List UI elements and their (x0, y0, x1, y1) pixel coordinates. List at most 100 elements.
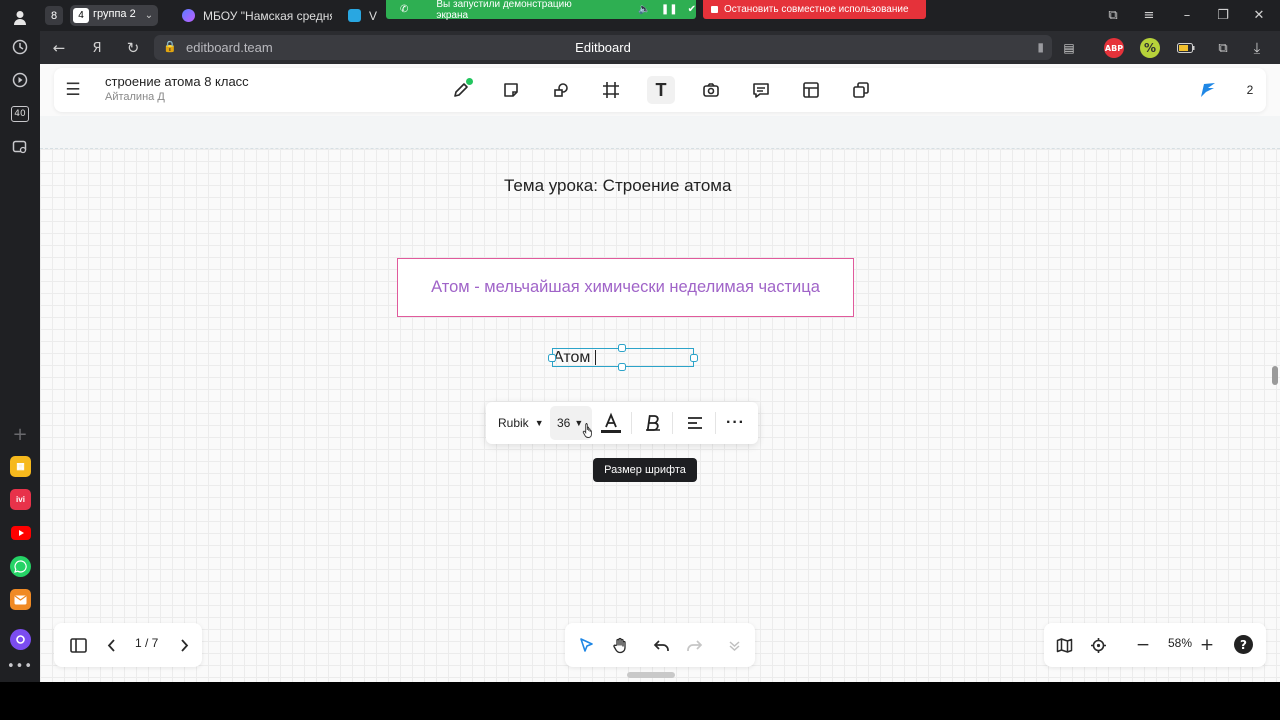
page-indicator: 1 / 7 (135, 636, 159, 650)
notes-app-icon[interactable]: ▦ (10, 456, 31, 477)
prev-page-icon[interactable] (100, 634, 122, 656)
locate-icon[interactable] (1087, 634, 1109, 656)
camera-icon (703, 83, 719, 97)
workspaces-count[interactable]: 8 (45, 6, 64, 25)
view-controls-panel: − 58% + ? (1044, 623, 1266, 667)
table-tool-button[interactable] (797, 76, 825, 104)
online-users-count[interactable]: 2 (1239, 79, 1261, 101)
resize-handle-top[interactable] (618, 344, 626, 352)
text-tool-button[interactable]: T (647, 76, 675, 104)
browser-sidebar: 40 + ▦ ivi ••• (0, 0, 40, 682)
school-favicon-icon (182, 9, 195, 22)
list-menu-icon[interactable]: ☰ (62, 79, 84, 101)
resize-handle-bottom[interactable] (618, 363, 626, 371)
vertical-scrollbar[interactable] (1272, 366, 1278, 385)
shield-icon[interactable]: ✔ (688, 4, 696, 15)
hand-tool-icon[interactable] (609, 634, 631, 656)
whatsapp-app-icon[interactable] (10, 556, 31, 577)
tab-title: V (369, 8, 378, 23)
comment-tool-button[interactable] (747, 76, 775, 104)
next-page-icon[interactable] (173, 634, 195, 656)
image-search-icon[interactable] (8, 135, 32, 159)
battery-icon[interactable] (1176, 38, 1196, 58)
templates-tool-button[interactable] (847, 76, 875, 104)
collapse-icon[interactable] (723, 634, 745, 656)
play-icon[interactable] (8, 68, 32, 92)
separator (715, 412, 716, 434)
frame-tool-button[interactable] (597, 76, 625, 104)
font-family-select[interactable]: Rubik ▼ (498, 412, 544, 434)
zoom-in-icon[interactable]: + (1196, 634, 1218, 656)
share-status-text: Вы запустили демонстрацию экрана (436, 0, 572, 21)
close-window-icon[interactable]: ✕ (1248, 5, 1270, 25)
speaker-icon[interactable]: 🔈 (638, 4, 650, 15)
extensions-icon[interactable]: ⧉ (1212, 37, 1234, 59)
definition-frame[interactable]: Атом - мельчайшая химически неделимая ча… (397, 258, 854, 317)
undo-icon[interactable] (650, 634, 672, 656)
horizontal-scrollbar[interactable] (627, 672, 675, 678)
restore-icon[interactable]: ❐ (1212, 5, 1234, 25)
history-icon[interactable] (8, 35, 32, 59)
font-size-select[interactable]: 36 ▼ (557, 412, 583, 434)
mail-app-icon[interactable] (10, 589, 31, 610)
frame-icon (603, 82, 619, 98)
resize-handle-left[interactable] (548, 354, 556, 362)
shapes-tool-button[interactable] (547, 76, 575, 104)
help-icon[interactable]: ? (1234, 635, 1253, 654)
reload-icon[interactable]: ↻ (122, 37, 144, 59)
editing-text[interactable]: Атом (553, 348, 590, 367)
font-size-value: 36 (557, 416, 571, 430)
cursor-hand-icon (582, 422, 595, 438)
pen-tool-button[interactable] (447, 76, 475, 104)
sidebar-toggle-icon[interactable] (67, 634, 89, 656)
text-color-button[interactable] (600, 412, 622, 434)
youtube-app-icon[interactable] (10, 522, 31, 543)
more-options-icon[interactable]: ··· (726, 412, 745, 434)
stop-sharing-button[interactable]: Остановить совместное использование (703, 0, 926, 19)
tab-title: МБОУ "Намская средняя (203, 8, 332, 23)
board-top-area (40, 116, 1280, 149)
alice-assistant-icon[interactable] (10, 629, 31, 650)
bookmark-icon[interactable]: ▮ (1037, 40, 1044, 54)
share-board-icon[interactable] (1198, 80, 1218, 100)
tab-second[interactable]: V (348, 4, 388, 27)
board-name: строение атома 8 класс (105, 74, 249, 89)
lesson-title-text[interactable]: Тема урока: Строение атома (504, 176, 731, 196)
definition-text: Атом - мельчайшая химически неделимая ча… (431, 278, 820, 296)
align-left-icon (688, 417, 702, 429)
sticky-note-tool-button[interactable] (497, 76, 525, 104)
zoom-level[interactable]: 58% (1168, 636, 1192, 650)
tab-school[interactable]: МБОУ "Намская средняя (182, 4, 332, 27)
redo-icon[interactable] (683, 634, 705, 656)
add-icon[interactable]: + (8, 422, 32, 446)
resize-handle-right[interactable] (690, 354, 698, 362)
active-indicator (466, 78, 473, 85)
reader-icon[interactable]: ▤ (1058, 37, 1080, 59)
tab-group-count: 4 (73, 8, 89, 23)
pause-icon[interactable]: ❚❚ (661, 4, 678, 15)
url-field[interactable]: 🔒 editboard.team Editboard ▮ (154, 35, 1052, 60)
ivi-app-icon[interactable]: ivi (10, 489, 31, 510)
bottom-strip (40, 682, 1280, 720)
select-tool-icon[interactable] (575, 634, 597, 656)
stop-icon (711, 6, 718, 13)
map-icon[interactable] (1053, 634, 1075, 656)
bold-button[interactable] (644, 412, 662, 434)
profile-icon[interactable] (8, 6, 32, 30)
chevron-down-icon[interactable]: ⌄ (140, 6, 158, 24)
align-button[interactable] (686, 412, 704, 434)
image-tool-button[interactable] (697, 76, 725, 104)
templates-icon (853, 82, 869, 98)
zoom-out-icon[interactable]: − (1132, 634, 1154, 656)
back-icon[interactable]: ← (48, 37, 70, 59)
badge-icon[interactable]: 40 (11, 106, 29, 122)
adblock-icon[interactable]: ABP (1104, 38, 1124, 58)
discount-icon[interactable]: % (1140, 38, 1160, 58)
more-icon[interactable]: ••• (7, 654, 32, 678)
menu-icon[interactable]: ≡ (1138, 5, 1160, 25)
tab-search-icon[interactable]: ⧉ (1102, 5, 1124, 25)
yandex-icon[interactable]: Я (86, 37, 108, 59)
minimize-icon[interactable]: – (1176, 5, 1198, 25)
editboard-app: ☰ строение атома 8 класс Айталина Д T 2 … (40, 64, 1280, 682)
download-icon[interactable]: ⤓ (1246, 37, 1268, 59)
